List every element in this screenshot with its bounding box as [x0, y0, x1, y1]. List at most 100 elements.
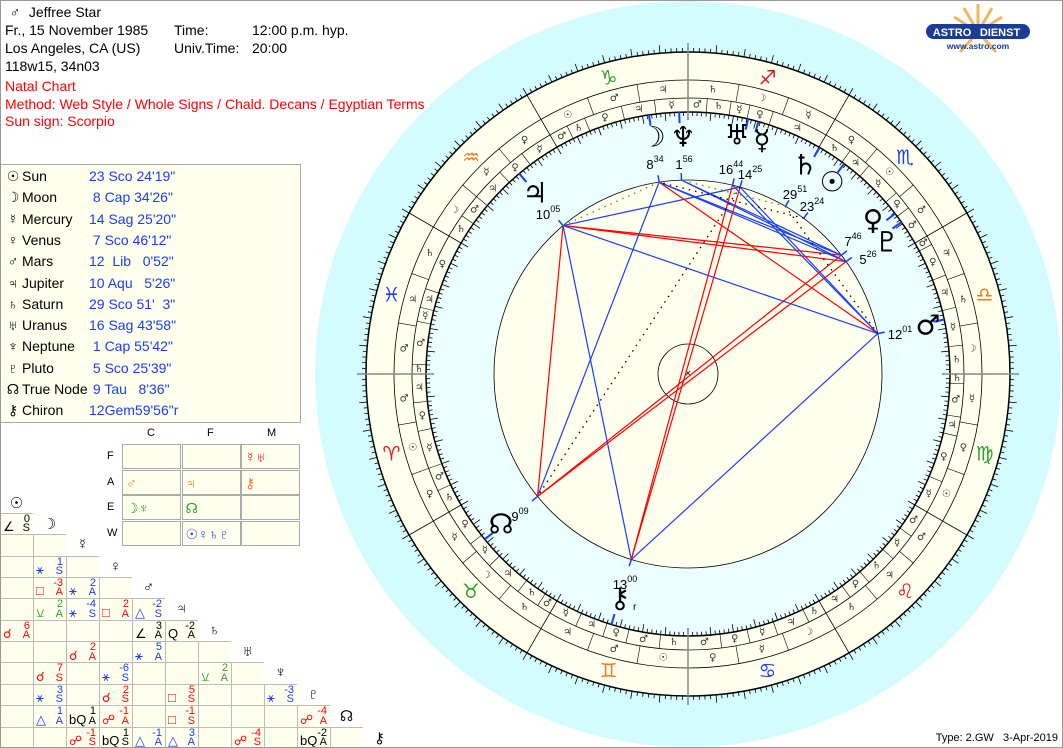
aspect-applying-separating: A [220, 671, 228, 684]
decan-ruler-icon: ♂ [917, 532, 926, 543]
term-ruler-icon: ♂ [700, 637, 709, 648]
degree-tick [732, 51, 734, 56]
aspect-cell: ⚹ 5 A [132, 641, 165, 663]
aspect-grid-jupiter-icon: ♃ [175, 600, 188, 618]
term-ruler-icon: ♄ [457, 224, 466, 235]
aspect-cell: ⚹ 3 S [33, 683, 66, 706]
neptune-icon: ♆ [7, 338, 19, 355]
term-ruler-icon: ♄ [872, 560, 881, 571]
term-ruler-icon: ♀ [612, 628, 619, 639]
term-ruler-icon: ♄ [415, 364, 424, 375]
element-header: E [107, 501, 115, 513]
aspect-cell: ☌ 2 A [66, 641, 99, 663]
aspect-cell [132, 683, 165, 706]
planet-name: True Node [22, 381, 88, 397]
aspect-cell: △ 3 A [165, 726, 198, 748]
planet-position: 14 Sag 25'20" [89, 210, 177, 227]
aspect-cell: ⚺ 2 A [33, 598, 66, 620]
aspect-symbol: ☍ [69, 732, 83, 748]
planet-position: 10 Aqu 5'26" [89, 274, 176, 291]
mercury-icon: ☿ [753, 124, 770, 157]
jupiter-icon: ♃ [522, 177, 547, 210]
aspect-cell: ☍ -1 S [66, 726, 99, 748]
saturn-icon: ♄ [792, 149, 817, 182]
decan-ruler-icon: ☽ [804, 627, 813, 638]
aspect-symbol: Q [168, 626, 179, 642]
term-ruler-icon: ♀ [893, 199, 900, 210]
aspect-symbol: ⚺ [36, 604, 45, 620]
aspect-cell: ⚹ -4 S [66, 598, 99, 620]
term-ruler-icon: ♃ [940, 288, 949, 299]
time-label: Time: [174, 22, 209, 38]
aspect-cell [198, 705, 231, 727]
planet-name: Chiron [22, 402, 64, 419]
decan-ruler-icon: ♂ [400, 393, 409, 404]
term-ruler-icon: ☿ [669, 100, 675, 111]
neptune-icon: ♆ [670, 121, 695, 154]
aspect-cell [0, 555, 33, 578]
astrodienst-logo[interactable]: ASTRO DIENST www.astro.com [920, 2, 1032, 62]
decan-ruler-icon: ♃ [408, 295, 417, 306]
degree-tick [365, 418, 370, 420]
aspect-symbol: ⚹ [69, 583, 77, 599]
aspect-applying-separating: S [55, 671, 63, 684]
coordinates: 118w15, 34n03 [5, 58, 100, 74]
chart-type: Natal Chart [5, 78, 76, 94]
aspect-grid-uranus-icon: ♅ [241, 643, 254, 661]
decan-ruler-icon: ♂ [610, 644, 619, 655]
aspect-cell [0, 598, 33, 620]
term-ruler-icon: ♃ [504, 568, 513, 579]
aspect-applying-separating: A [55, 714, 63, 727]
aspect-grid-moon-icon: ☽ [42, 515, 57, 533]
element-mode-cell [241, 520, 300, 546]
aspect-cell [264, 705, 297, 727]
planet-aspect-tick [657, 175, 660, 183]
aspect-cell: □ 2 A [99, 598, 132, 620]
decan-ruler-icon: ♃ [885, 570, 894, 581]
degree-tick [1006, 418, 1011, 420]
planet-name: Venus [22, 231, 61, 248]
aspect-applying-separating: A [154, 735, 162, 748]
term-ruler-icon: ☿ [894, 538, 900, 549]
aspect-cell [0, 662, 33, 684]
aspect-cell: ∠ 3 A [132, 619, 165, 642]
aspect-cell [33, 619, 66, 642]
aspect-cell [165, 662, 198, 684]
term-ruler-icon: ♄ [952, 373, 961, 384]
minutes: 51 [797, 184, 807, 194]
aspect-symbol: ☌ [36, 668, 45, 684]
term-ruler-icon: ♃ [425, 294, 434, 305]
aspect-applying-separating: A [319, 714, 327, 727]
term-ruler-icon: ☿ [536, 144, 542, 155]
gender-male-icon: ♂ [9, 4, 21, 20]
planet-position: 12Gem59'56"r [89, 402, 179, 419]
sign-icon: ♌ [896, 579, 914, 603]
aspect-cell [198, 726, 231, 748]
aspect-cell: ☌ 2 S [99, 683, 132, 706]
aspect-applying-separating: A [55, 607, 63, 620]
degree-tick [723, 629, 725, 634]
aspect-cell: □ 5 S [165, 683, 198, 706]
aspect-cell: bQ 1 A [66, 705, 99, 727]
mars-icon: ♂ [7, 253, 19, 270]
element-mode-cell: ⚷ [241, 469, 300, 495]
logo-text-astro: ASTRO [933, 27, 972, 39]
decan-ruler-icon: ♂ [400, 344, 409, 355]
aspect-cell [0, 534, 33, 556]
chart-method: Method: Web Style / Whole Signs / Chald.… [5, 96, 425, 112]
decan-ruler-icon: ☽ [967, 344, 976, 355]
decan-ruler-icon: ☉ [885, 167, 894, 178]
aspect-applying-separating: A [121, 607, 129, 620]
saturn-icon: ♄ [7, 295, 19, 312]
decan-ruler-icon: ♂ [610, 93, 619, 104]
planet-position: 9 Tau 8'36" [89, 381, 170, 397]
logo-url: www.astro.com [946, 41, 1010, 51]
aspect-cell [0, 705, 33, 727]
degree: 5 [859, 252, 866, 267]
creation-date: 3-Apr-2019 [1002, 732, 1058, 744]
sign-icon: ♉ [462, 579, 480, 603]
decan-ruler-icon: ♄ [425, 248, 434, 259]
degree-tick [651, 629, 653, 634]
aspect-cell [66, 619, 99, 642]
element-mode-cell [122, 444, 181, 469]
